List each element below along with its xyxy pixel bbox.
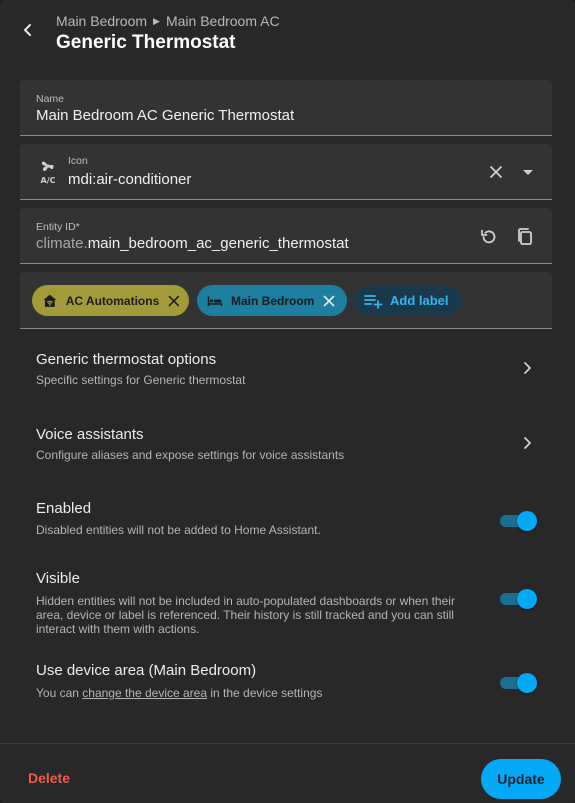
copy-icon[interactable]	[514, 226, 536, 248]
toggle-thumb	[517, 589, 537, 609]
use-device-area-toggle[interactable]	[500, 672, 538, 694]
icon-picker-field[interactable]: A/C Icon mdi:air-conditioner	[20, 144, 552, 200]
toggle-thumb	[517, 673, 537, 693]
name-input[interactable]: Main Bedroom AC Generic Thermostat	[36, 107, 294, 124]
caret-down-icon[interactable]	[520, 162, 536, 182]
row-title: Generic thermostat options	[36, 351, 217, 368]
label-chip-ac-automations[interactable]: AC Automations	[32, 285, 189, 316]
row-title: Enabled	[36, 500, 92, 517]
label-chip-text: AC Automations	[65, 293, 160, 308]
label-chip-text: Main Bedroom	[231, 293, 315, 308]
row-title: Visible	[36, 570, 80, 587]
row-subtitle: Disabled entities will not be added to H…	[36, 523, 321, 537]
use-device-area-row: Use device area (Main Bedroom) You can c…	[0, 662, 575, 706]
back-button[interactable]	[14, 16, 42, 44]
label-chip-main-bedroom[interactable]: Main Bedroom	[197, 285, 347, 316]
row-subtitle: You can change the device area in the de…	[36, 686, 466, 700]
page-title: Generic Thermostat	[56, 32, 236, 53]
playlist-plus-icon	[364, 294, 383, 309]
entity-settings-dialog: Main Bedroom ▶ Main Bedroom AC Generic T…	[0, 0, 575, 803]
remove-label-icon[interactable]	[322, 294, 336, 308]
row-subtitle: Configure aliases and expose settings fo…	[36, 448, 345, 462]
row-title: Use device area (Main Bedroom)	[36, 662, 257, 679]
remove-label-icon[interactable]	[167, 294, 181, 308]
icon-field-label: Icon	[68, 155, 88, 167]
delete-button[interactable]: Delete	[14, 762, 84, 794]
generic-thermostat-options-row[interactable]: Generic thermostat options Specific sett…	[0, 340, 575, 404]
entity-id-value: main_bedroom_ac_generic_thermostat	[87, 235, 349, 252]
restore-icon[interactable]	[478, 226, 500, 248]
chevron-left-icon	[24, 24, 31, 36]
enabled-toggle[interactable]	[500, 510, 538, 532]
entity-domain-prefix: climate.	[36, 235, 88, 252]
entity-id-field[interactable]: Entity ID* climate.main_bedroom_ac_gener…	[20, 208, 552, 264]
voice-assistants-row[interactable]: Voice assistants Configure aliases and e…	[0, 415, 575, 479]
home-automation-icon	[43, 294, 57, 307]
svg-text:A/C: A/C	[41, 176, 56, 185]
add-label-button[interactable]: Add label	[354, 285, 462, 316]
name-field[interactable]: Name Main Bedroom AC Generic Thermostat	[20, 80, 552, 136]
entity-id-label: Entity ID*	[36, 221, 80, 233]
labels-field: AC Automations Main Bedroom Add label	[20, 272, 552, 329]
row-subtitle: Specific settings for Generic thermostat	[36, 373, 246, 387]
subtitle-post: in the device settings	[207, 686, 323, 700]
air-conditioner-icon: A/C	[41, 161, 56, 185]
bed-icon	[207, 296, 223, 306]
breadcrumb-area[interactable]: Main Bedroom	[56, 13, 147, 29]
close-icon[interactable]	[486, 162, 506, 182]
change-device-area-link[interactable]: change the device area	[82, 686, 207, 700]
update-button[interactable]: Update	[481, 759, 561, 799]
dialog-header: Main Bedroom ▶ Main Bedroom AC Generic T…	[0, 0, 575, 72]
chevron-right-icon	[524, 362, 531, 374]
icon-input[interactable]: mdi:air-conditioner	[68, 171, 191, 188]
breadcrumb: Main Bedroom ▶ Main Bedroom AC	[56, 13, 280, 29]
name-field-label: Name	[36, 93, 65, 105]
visible-row: Visible Hidden entities will not be incl…	[0, 570, 575, 640]
chevron-right-icon	[524, 437, 531, 449]
dialog-footer: Delete Update	[0, 743, 575, 803]
add-label-text: Add label	[390, 293, 449, 308]
row-title: Voice assistants	[36, 426, 144, 443]
visible-toggle[interactable]	[500, 588, 538, 610]
row-subtitle: Hidden entities will not be included in …	[36, 594, 455, 636]
enabled-row: Enabled Disabled entities will not be ad…	[0, 500, 575, 544]
toggle-thumb	[517, 511, 537, 531]
breadcrumb-device[interactable]: Main Bedroom AC	[166, 13, 280, 29]
entity-id-input[interactable]: climate.main_bedroom_ac_generic_thermost…	[36, 235, 349, 252]
subtitle-pre: You can	[36, 686, 83, 700]
breadcrumb-separator-icon: ▶	[153, 15, 160, 26]
